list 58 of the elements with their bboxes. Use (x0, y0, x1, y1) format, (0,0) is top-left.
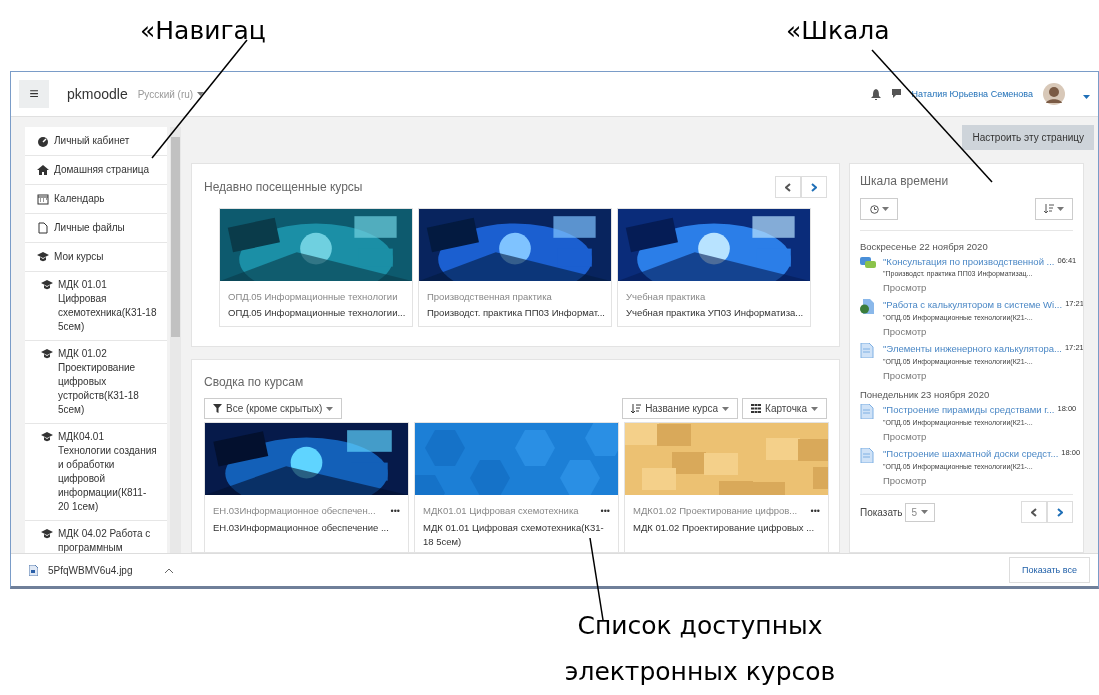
date-heading: Понедельник 23 ноября 2020 (860, 389, 991, 401)
more-button[interactable]: ••• (600, 505, 610, 516)
view-link[interactable]: Просмотр (883, 431, 1077, 443)
annotation-label: Список доступных электронных курсов (563, 610, 837, 688)
sidebar-item[interactable]: Мои курсы (25, 243, 168, 273)
site-name[interactable]: pkmoodle (67, 86, 128, 103)
course-card[interactable]: МДК01.02 Проектирование цифров... ••• МДК 01.02 Проектирование цифровых ... (624, 422, 829, 552)
course-name[interactable]: ОПД.05 Информационные технологии... (228, 307, 404, 319)
show-label: Показать (860, 506, 903, 518)
view-link[interactable]: Просмотр (883, 326, 1083, 338)
sidebar-item[interactable]: Личные файлы (25, 214, 168, 244)
course-card[interactable]: Учебная практика Учебная практика УП03 Информатиза... (617, 208, 811, 328)
course-category: Учебная практика (626, 291, 707, 303)
course-name[interactable]: МДК 01.02 Проектирование цифровых ... (633, 521, 820, 536)
sidebar-item[interactable]: МДК04.01 Технологии создания и обработки цифровой информации(К811-20 1сем) (25, 424, 168, 522)
sort-dropdown[interactable]: Название курса (622, 398, 739, 420)
annotation-label: «Шкала (785, 15, 890, 47)
date-heading: Воскресенье 22 ноября 2020 (860, 241, 989, 253)
card-title: Шкала времени (860, 174, 950, 189)
course-category: ЕН.03Информационное обеспечен... (213, 505, 376, 517)
course-card[interactable]: МДК01.01 Цифровая схемотехника ••• МДК 01.01 Цифровая схемотехника(К31-18 5сем) (414, 422, 619, 552)
show-all-button[interactable]: Показать все (1009, 557, 1090, 583)
card-title: Недавно посещенные курсы (204, 180, 363, 195)
annotation-label: «Навигац (140, 15, 266, 47)
sidebar-item[interactable]: МДК 01.02 Проектирование цифровых устройств(К31-18 5сем) (25, 341, 168, 425)
view-link[interactable]: Просмотр (883, 475, 1081, 487)
file-name[interactable]: 5PfqWBMV6u4.jpg (48, 564, 133, 576)
course-card[interactable]: ОПД.05 Информационные технологии ОПД.05 Информационные технологии... (219, 208, 413, 328)
menu-button[interactable]: ≡ (19, 80, 49, 109)
more-button[interactable]: ••• (390, 505, 400, 516)
event-link[interactable]: "Консультация по производственной ... (883, 256, 1055, 271)
view-link[interactable]: Просмотр (883, 370, 1083, 382)
view-dropdown[interactable]: Карточка (742, 398, 827, 420)
sidebar-item[interactable]: МДК 01.01 Цифровая схемотехника(К31-18 5сем) (25, 272, 168, 342)
customize-page-button[interactable]: Настроить эту страницу (962, 125, 1094, 151)
course-card[interactable]: Производственная практика Производст. практика ПП03 Информат... (418, 208, 612, 328)
course-category: ОПД.05 Информационные технологии (228, 291, 399, 303)
course-card[interactable]: ЕН.03Информационное обеспечен... ••• ЕН.03Информационное обеспечение ... (204, 422, 409, 552)
course-category: Производственная практика (427, 291, 553, 303)
event-link[interactable]: "Работа с калькулятором в системе Wi... (883, 299, 1063, 315)
event-link[interactable]: "Элементы инженерного калькулятора... (883, 343, 1062, 359)
user-name[interactable]: Наталия Юрьевна Семенова (911, 89, 1033, 100)
course-name[interactable]: ЕН.03Информационное обеспечение ... (213, 521, 400, 536)
course-category: МДК01.02 Проектирование цифров... (633, 505, 798, 517)
page-size-select[interactable]: 5 (904, 502, 936, 522)
card-title: Сводка по курсам (204, 375, 304, 390)
course-name[interactable]: Производст. практика ПП03 Информат... (427, 307, 603, 319)
sidebar-item[interactable]: Личный кабинет (25, 127, 168, 157)
course-name[interactable]: МДК 01.01 Цифровая схемотехника(К31-18 5сем) (423, 521, 610, 550)
sidebar-item[interactable]: Домашняя страница (25, 156, 168, 186)
course-name[interactable]: Учебная практика УП03 Информатиза... (626, 307, 802, 319)
sidebar-item[interactable]: Календарь (25, 185, 168, 215)
filter-dropdown[interactable]: Все (кроме скрытых) (204, 398, 343, 420)
view-link[interactable]: Просмотр (883, 282, 1077, 294)
more-button[interactable]: ••• (810, 505, 820, 516)
course-category: МДК01.01 Цифровая схемотехника (423, 505, 579, 517)
event-link[interactable]: "Построение пирамиды средствами г... (883, 404, 1055, 420)
event-link[interactable]: "Построение шахматной доски средст... (883, 448, 1059, 464)
